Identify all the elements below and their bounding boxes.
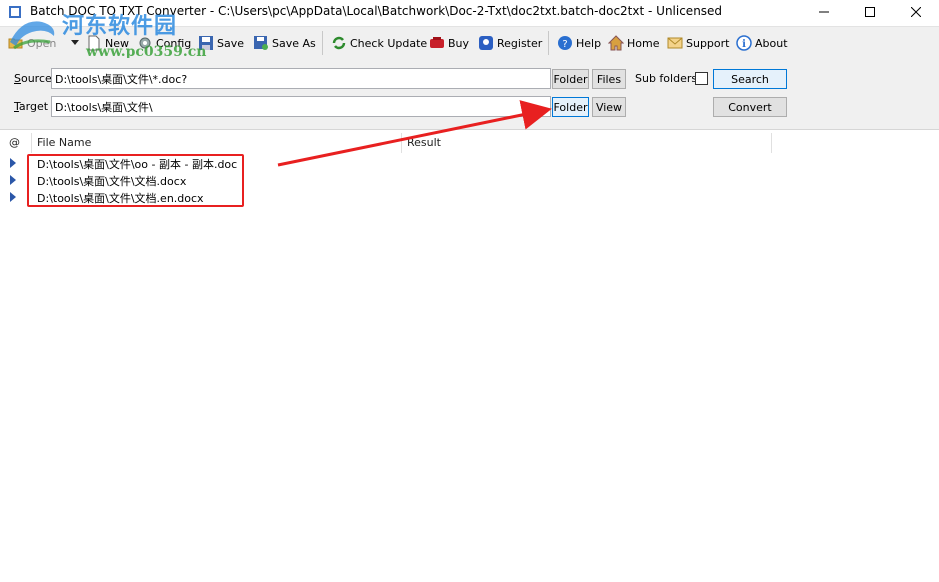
maximize-icon xyxy=(865,7,875,17)
target-folder-button[interactable]: Folder xyxy=(552,97,589,117)
column-divider[interactable] xyxy=(401,133,402,153)
expand-arrow-icon[interactable] xyxy=(10,175,16,185)
options-panel: Source D:\tools\桌面\文件\*.doc? Folder File… xyxy=(0,58,939,130)
help-icon: ? xyxy=(558,36,572,50)
chevron-down-icon[interactable] xyxy=(71,40,80,46)
file-list-header: @ File Name Result xyxy=(0,131,939,153)
annotation-highlight-box xyxy=(27,154,244,207)
register-button[interactable]: Register xyxy=(478,31,542,55)
svg-text:i: i xyxy=(742,39,746,50)
column-header-file-name[interactable]: File Name xyxy=(37,131,91,153)
expand-arrow-icon[interactable] xyxy=(10,192,16,202)
close-button[interactable] xyxy=(893,0,939,24)
target-input[interactable]: D:\tools\桌面\文件\ xyxy=(51,96,551,117)
target-label: Target xyxy=(14,100,49,113)
check-update-button[interactable]: Check Update xyxy=(331,31,427,55)
source-label: Source xyxy=(14,72,52,85)
column-header-status[interactable]: @ xyxy=(9,131,20,153)
cart-icon xyxy=(430,37,444,48)
convert-button[interactable]: Convert xyxy=(713,97,787,117)
help-button[interactable]: ? Help xyxy=(557,31,601,55)
register-label: Register xyxy=(497,36,543,50)
save-as-icon xyxy=(254,36,268,50)
maximize-button[interactable] xyxy=(847,0,893,24)
column-header-result[interactable]: Result xyxy=(407,131,441,153)
minimize-button[interactable] xyxy=(801,0,847,24)
support-icon xyxy=(667,37,683,49)
register-icon xyxy=(479,36,493,50)
watermark-text: 河东软件园 xyxy=(62,13,178,39)
subfolders-checkbox[interactable] xyxy=(695,72,708,85)
support-button[interactable]: Support xyxy=(667,31,729,55)
svg-text:?: ? xyxy=(562,39,567,50)
target-view-button[interactable]: View xyxy=(592,97,626,117)
about-button[interactable]: i About xyxy=(736,31,788,55)
refresh-icon xyxy=(332,36,346,50)
support-label: Support xyxy=(686,36,730,50)
info-icon: i xyxy=(736,35,752,51)
search-button[interactable]: Search xyxy=(713,69,787,89)
home-icon xyxy=(608,35,624,51)
buy-label: Buy xyxy=(448,36,470,50)
save-as-label: Save As xyxy=(272,36,316,50)
close-icon xyxy=(911,7,921,17)
minimize-icon xyxy=(819,11,829,13)
home-button[interactable]: Home xyxy=(608,31,659,55)
home-label: Home xyxy=(627,36,660,50)
column-divider[interactable] xyxy=(771,133,772,153)
check-update-label: Check Update xyxy=(350,36,428,50)
watermark-logo-icon xyxy=(10,21,55,50)
source-files-button[interactable]: Files xyxy=(592,69,626,89)
save-label: Save xyxy=(217,36,245,50)
about-label: About xyxy=(755,36,788,50)
toolbar-separator xyxy=(322,31,323,55)
app-window: Batch DOC TO TXT Converter - C:\Users\pc… xyxy=(0,0,939,582)
toolbar-separator xyxy=(548,31,549,55)
column-divider[interactable] xyxy=(31,133,32,153)
save-as-button[interactable]: Save As xyxy=(253,31,316,55)
subfolders-label: Sub folders xyxy=(635,72,698,85)
source-input[interactable]: D:\tools\桌面\文件\*.doc? xyxy=(51,68,551,89)
expand-arrow-icon[interactable] xyxy=(10,158,16,168)
source-folder-button[interactable]: Folder xyxy=(552,69,589,89)
help-label: Help xyxy=(576,36,602,50)
buy-button[interactable]: Buy xyxy=(429,31,469,55)
